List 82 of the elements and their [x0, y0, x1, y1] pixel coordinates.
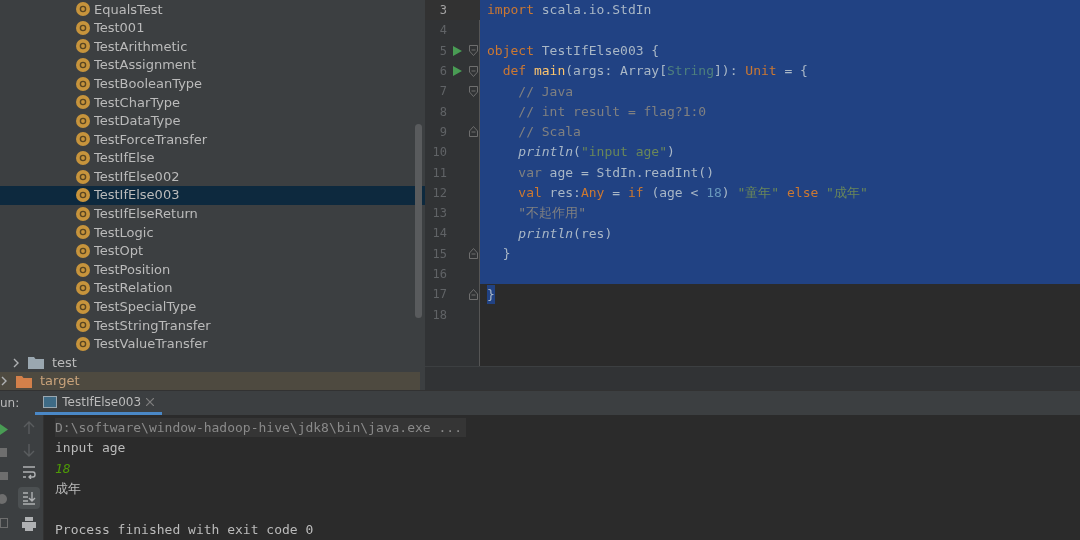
tree-row[interactable]: TestIfElseReturn	[0, 204, 425, 224]
code-text: import scala.io.StdIn	[487, 1, 652, 20]
tree-row[interactable]: TestOpt	[0, 241, 425, 261]
arrow-down-icon[interactable]	[22, 443, 35, 457]
tree-row[interactable]: TestCharType	[0, 92, 425, 112]
line-number: 3	[438, 2, 447, 20]
tree-row[interactable]: TestLogic	[0, 223, 425, 242]
code-text: def main(args: Array[String]): Unit = {	[501, 62, 808, 81]
tree-row[interactable]: TestIfElse002	[0, 167, 425, 186]
fold-icon[interactable]	[469, 65, 478, 77]
code-text: }	[487, 284, 495, 305]
object-icon	[76, 281, 90, 296]
tree-row[interactable]: TestRelation	[0, 278, 425, 298]
wrap-icon[interactable]	[21, 465, 36, 479]
folder-icon	[16, 374, 32, 388]
object-icon	[76, 318, 90, 333]
console-icon	[43, 395, 58, 408]
tree-row[interactable]: TestDataType	[0, 111, 425, 131]
code-text: val res:Any = if (age < 18) "童年" else "成年"	[517, 184, 868, 203]
arrow-up-icon[interactable]	[22, 421, 35, 435]
chevron-icon[interactable]	[12, 357, 20, 368]
code-text: println("input age")	[517, 143, 675, 162]
run-icon[interactable]	[0, 424, 8, 435]
tree-row[interactable]: target	[0, 371, 420, 390]
code-text: object TestIfElse003 {	[487, 42, 660, 60]
fold-icon[interactable]	[469, 85, 478, 97]
code-text: // int result = flag?1:0	[517, 102, 707, 121]
close-icon[interactable]	[146, 397, 155, 406]
object-icon	[76, 244, 90, 258]
fold-icon[interactable]	[469, 126, 478, 138]
tree-row[interactable]: TestValueTransfer	[0, 334, 425, 354]
scroll-to-end-icon	[21, 491, 36, 505]
object-icon	[76, 169, 90, 184]
code-text: "不起作用"	[517, 204, 586, 223]
tree-row[interactable]: test	[0, 353, 425, 372]
code-text: // Scala	[517, 123, 581, 142]
run-icon[interactable]	[452, 66, 462, 77]
object-icon	[76, 20, 90, 35]
object-icon	[76, 262, 90, 277]
console-line: 成年	[55, 480, 81, 498]
tree-label: target	[40, 372, 80, 390]
object-icon	[76, 39, 90, 54]
fold-icon[interactable]	[469, 288, 478, 300]
object-icon	[76, 2, 90, 17]
tree-label: test	[52, 353, 77, 372]
code-text: var age = StdIn.readInt()	[517, 163, 714, 182]
object-icon	[76, 299, 90, 314]
print-icon[interactable]	[21, 517, 36, 531]
fold-icon[interactable]	[469, 248, 478, 260]
run-icon[interactable]	[452, 45, 462, 56]
tree-row[interactable]: TestIfElse	[0, 148, 425, 168]
code-text: // Java	[517, 82, 574, 101]
object-icon	[76, 337, 90, 351]
tree-row[interactable]: TestBooleanType	[0, 74, 425, 93]
tree-row[interactable]: TestAssignment	[0, 55, 425, 75]
object-icon	[76, 206, 90, 221]
scrollbar[interactable]	[415, 124, 422, 318]
tree-row[interactable]: TestStringTransfer	[0, 316, 425, 335]
tree-row[interactable]: TestArithmetic	[0, 37, 425, 56]
object-icon	[76, 58, 90, 73]
tree-row[interactable]: EqualsTest	[0, 0, 425, 19]
object-icon	[76, 113, 90, 128]
tree-row[interactable]: TestForceTransfer	[0, 130, 425, 149]
scroll-to-end-button[interactable]	[17, 487, 40, 509]
run-label: un:	[0, 395, 21, 412]
code-text: println(res)	[517, 224, 613, 243]
tree-row[interactable]: Test001	[0, 18, 425, 38]
object-icon	[76, 76, 90, 91]
chevron-icon[interactable]	[0, 376, 8, 387]
console-line: input age	[55, 439, 126, 457]
object-icon	[76, 95, 90, 110]
tree-row[interactable]: TestSpecialType	[0, 297, 425, 317]
object-icon	[76, 132, 90, 147]
object-icon	[76, 225, 90, 240]
tree-row[interactable]: TestPosition	[0, 260, 425, 279]
tree-row[interactable]: TestIfElse003	[0, 185, 425, 205]
console-line: 18	[55, 459, 71, 478]
code-text: }	[501, 244, 511, 263]
object-icon	[76, 188, 90, 203]
console-line: Process finished with exit code 0	[55, 521, 314, 539]
object-icon	[76, 151, 90, 166]
fold-icon[interactable]	[469, 45, 478, 57]
